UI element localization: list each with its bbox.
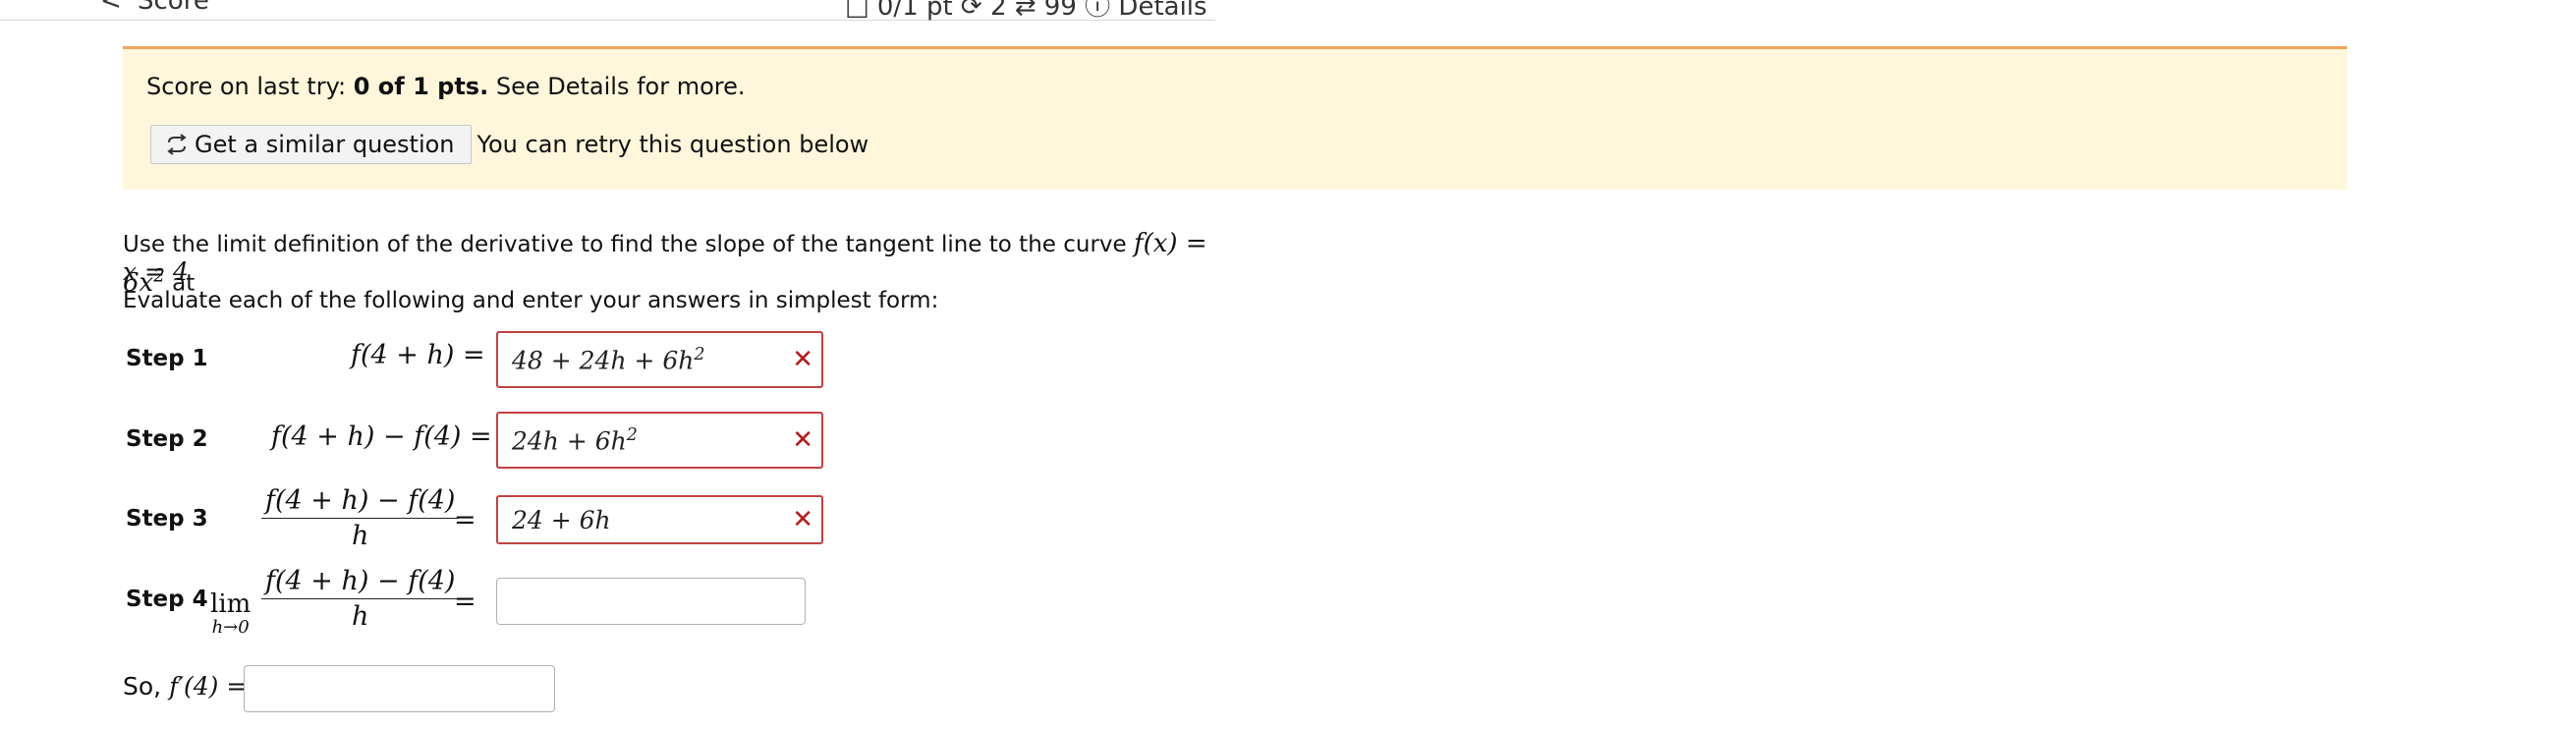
similar-question-label: Get a similar question	[195, 131, 455, 158]
final-answer-label: So, f′(4) =	[123, 672, 248, 701]
limit-operator: lim h→0	[210, 589, 252, 638]
x-mark-icon: ✕	[792, 505, 813, 534]
step-3-label: Step 3	[126, 506, 208, 532]
question-intro: Use the limit definition of the derivati…	[123, 232, 1127, 257]
step-2-expression: f(4 + h) − f(4) =	[271, 421, 492, 452]
step-3-equals: =	[454, 505, 476, 535]
score-suffix: See Details for more.	[495, 73, 746, 100]
difference-quotient: f(4 + h) − f(4) h	[261, 485, 460, 551]
step-2-answer-value: 24h + 6h2	[512, 424, 638, 456]
score-value: 0 of 1 pts.	[353, 73, 489, 100]
retry-row: Get a similar question You can retry thi…	[150, 124, 868, 165]
x-mark-icon: ✕	[792, 345, 813, 374]
x-mark-icon: ✕	[792, 425, 813, 455]
step-2-answer-input[interactable]: 24h + 6h2 ✕	[496, 412, 823, 469]
retry-text: You can retry this question below	[476, 131, 869, 158]
similar-question-button[interactable]: Get a similar question	[150, 125, 472, 164]
evaluation-point: x = 4	[123, 257, 189, 286]
score-banner: Score on last try: 0 of 1 pts. See Detai…	[123, 46, 2347, 190]
top-header-strip: < Score □ 0/1 pt ⟳ 2 ⇄ 99 ⓘ Details	[0, 0, 1215, 23]
final-answer-input[interactable]	[244, 665, 555, 712]
instruction-text: Evaluate each of the following and enter…	[123, 288, 939, 313]
step-1-expression: f(4 + h) =	[351, 340, 485, 370]
limit-difference-quotient: f(4 + h) − f(4) h	[261, 566, 460, 632]
step-4-answer-input[interactable]	[496, 578, 806, 625]
step-3-expression: f(4 + h) − f(4) h	[261, 485, 460, 551]
header-right-fragment[interactable]: □ 0/1 pt ⟳ 2 ⇄ 99 ⓘ Details	[845, 0, 1207, 23]
retry-arrows-icon	[167, 134, 187, 155]
step-4-equals: =	[454, 587, 476, 617]
step-1-label: Step 1	[126, 346, 208, 371]
step-3-answer-value: 24 + 6h	[512, 505, 611, 534]
step-2-label: Step 2	[126, 426, 208, 452]
back-chevron-icon[interactable]: <	[100, 0, 122, 16]
score-message: Score on last try: 0 of 1 pts. See Detai…	[146, 73, 746, 100]
step-1-answer-value: 48 + 24h + 6h2	[512, 344, 705, 375]
step-4-expression: f(4 + h) − f(4) h	[261, 566, 460, 632]
score-prefix: Score on last try:	[146, 73, 347, 100]
step-1-answer-input[interactable]: 48 + 24h + 6h2 ✕	[496, 331, 823, 388]
step-4-label: Step 4	[126, 587, 208, 612]
header-left-fragment: Score	[138, 0, 209, 16]
step-3-answer-input[interactable]: 24 + 6h ✕	[496, 495, 823, 544]
